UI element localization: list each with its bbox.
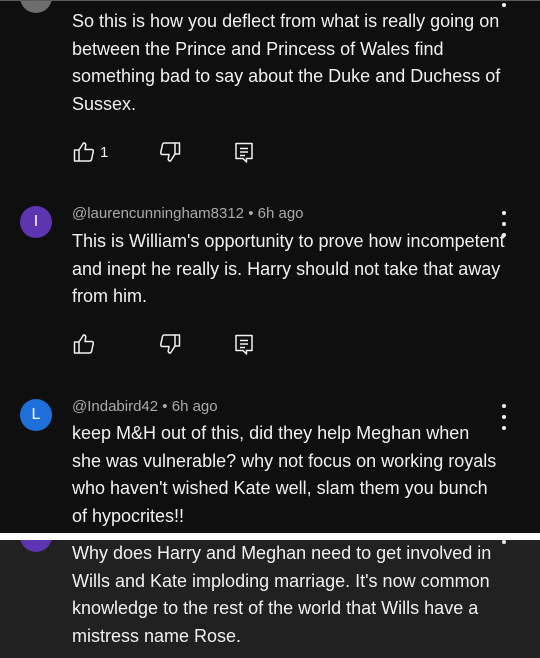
comment-actions: 1 — [72, 140, 272, 164]
reply-button[interactable] — [232, 332, 256, 356]
thumbs-up-icon — [73, 142, 95, 162]
reply-icon — [235, 334, 253, 355]
avatar[interactable] — [20, 1, 52, 13]
comment-time[interactable]: 6h ago — [258, 205, 304, 222]
comment-author[interactable]: @laurencunningham8312 — [72, 205, 244, 222]
comment-text: keep M&H out of this, did they help Megh… — [72, 423, 497, 526]
comments-panel-continued: Why does Harry and Meghan need to get in… — [0, 540, 540, 658]
comment-text: So this is how you deflect from what is … — [72, 11, 501, 114]
comment-text: This is William's opportunity to prove h… — [72, 231, 505, 306]
screenshot-divider — [0, 533, 540, 540]
dislike-button[interactable] — [158, 332, 182, 356]
thumbs-down-icon — [159, 142, 181, 162]
like-count: 1 — [100, 143, 109, 161]
comment-time[interactable]: 6h ago — [172, 398, 218, 415]
comment-text: Why does Harry and Meghan need to get in… — [72, 543, 492, 646]
comment-author[interactable]: @Indabird42 — [72, 398, 158, 415]
thumbs-down-icon — [159, 334, 181, 354]
comments-panel: So this is how you deflect from what is … — [0, 0, 540, 533]
like-button[interactable] — [72, 332, 96, 356]
avatar[interactable]: L — [20, 399, 52, 431]
comment-meta: @Indabird42 • 6h ago — [72, 398, 218, 415]
like-button[interactable]: 1 — [72, 140, 108, 164]
avatar[interactable]: I — [20, 206, 52, 238]
avatar[interactable] — [20, 540, 52, 552]
more-vert-icon[interactable] — [494, 1, 514, 7]
meta-separator: • — [248, 205, 254, 222]
comment-actions — [72, 332, 272, 356]
thumbs-up-icon — [73, 334, 95, 354]
comment-meta: @laurencunningham8312 • 6h ago — [72, 205, 304, 222]
meta-separator: • — [162, 398, 168, 415]
reply-button[interactable] — [232, 140, 256, 164]
reply-icon — [235, 142, 253, 163]
dislike-button[interactable] — [158, 140, 182, 164]
